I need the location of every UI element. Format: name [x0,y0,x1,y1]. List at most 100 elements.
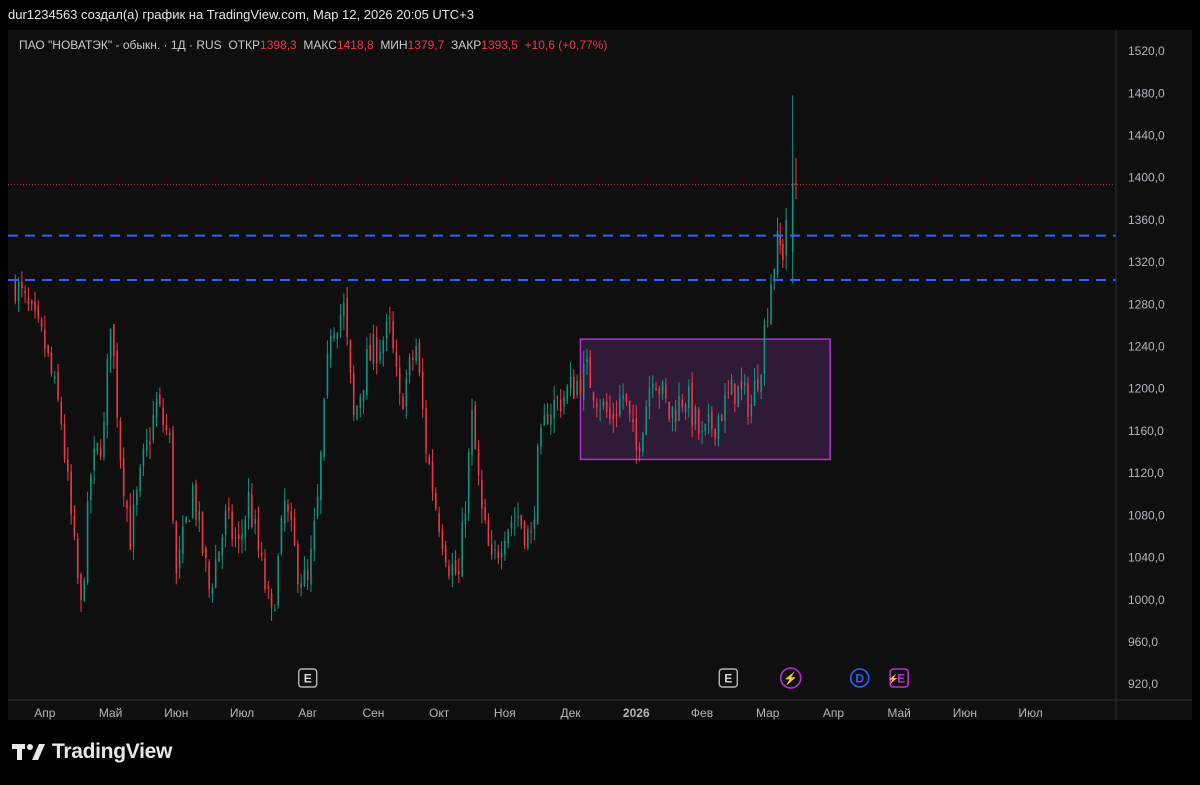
candle-body [658,388,661,395]
candle-body [556,397,559,399]
candle-body [195,483,197,520]
candle-body [747,383,749,417]
candle-body [481,480,483,509]
chart-header-title: dur1234563 создал(а) график на TradingVi… [0,0,1200,30]
legend-low-label: МИН [380,38,408,52]
time-tick-label: Июн [953,706,977,720]
candle-body [379,351,381,360]
legend-high-label: МАКС [303,38,337,52]
candle-body [546,414,549,424]
candle-body [333,334,335,339]
candle-body [697,409,700,434]
candle-body [791,182,794,252]
candle-body [737,385,739,407]
earnings-grey-event-icon[interactable]: E [298,668,318,688]
candle-body [550,414,552,425]
price-chart[interactable]: 1345,11303,11393,503:44:51 920,0 960,0 100… [8,30,1192,720]
dividend-blue-event-icon[interactable]: D [849,668,870,688]
candle-body [99,447,102,457]
candle-body [678,396,680,421]
legend-close-label: ЗАКР [450,38,482,52]
candle-body [155,399,158,419]
rectangle-drawing[interactable] [579,338,831,461]
candle-body [205,547,207,559]
footer: TradingView [0,720,1200,785]
candle-body [86,501,89,583]
price-tick-label: 1400,0 [1128,171,1165,185]
time-tick-label: Апр [823,706,845,720]
candle-body [448,565,450,577]
candle-body [674,410,677,422]
candle-body [182,526,184,555]
earnings-grey-event-icon[interactable]: E [718,668,738,688]
candle-body [622,394,624,399]
candle-body [280,517,283,554]
candle-body [382,340,385,354]
candle-body [356,406,358,420]
price-tick-label: 1200,0 [1128,382,1165,396]
legend-close-value: 1393,5 [481,38,518,52]
candle-body [619,398,621,416]
candle-body [329,336,332,360]
candle-body [191,485,194,518]
candle-body [441,530,444,549]
candle-body [517,516,519,518]
earnings-icon-letter: E [304,672,312,686]
candle-body [316,496,319,517]
candle-body [63,423,66,460]
candle-body [320,452,322,501]
candle-body [520,515,523,526]
candle-body [37,305,40,318]
candle-body [743,382,746,386]
candle-body [113,324,115,356]
time-tick-label: Сен [362,706,384,720]
candle-body [306,570,309,581]
candle-body [638,447,641,452]
candle-body [44,329,46,350]
candle-body [615,414,618,417]
price-tick-label: 1240,0 [1128,340,1165,354]
candle-body [30,301,33,304]
candle-body [47,345,49,354]
candle-body [734,383,736,404]
candle-body [776,231,779,275]
candle-body [451,564,454,576]
time-tick-label: Окт [429,706,450,720]
candle-body [412,357,414,360]
candle-body [632,418,634,423]
candle-body [681,399,684,408]
tradingview-logo[interactable]: TradingView [12,740,172,764]
earnings-purple-event-icon[interactable]: E⚡ [888,668,909,688]
candle-body [694,406,697,425]
candle-body [592,392,595,401]
candle-body [73,515,76,537]
candle-body [53,376,56,379]
candle-body [392,321,394,349]
candle-body [599,409,601,411]
candle-body [83,579,86,601]
candle-body [214,559,217,588]
candle-body [428,456,431,464]
time-tick-label: Фев [691,706,713,720]
candle-body [126,501,128,509]
candle-body [237,533,240,539]
split-purple-event-icon[interactable]: ⚡ [779,667,802,689]
candle-body [563,397,565,407]
candle-body [711,411,713,430]
candle-body [359,396,362,408]
candle-body [152,414,155,441]
candle-body [336,333,339,340]
candle-body [523,521,526,546]
chart-panel[interactable]: 1345,11303,11393,503:44:51 920,0 960,0 100… [8,30,1192,720]
candle-body [609,408,611,419]
candle-body [366,349,368,396]
candle-body [80,574,82,600]
tradingview-logo-text: TradingView [52,740,173,763]
price-tick-label: 920,0 [1128,677,1158,691]
candle-body [139,467,141,492]
candle-body [701,431,703,433]
candle-body [208,562,210,589]
candle-body [487,519,490,546]
legend-symbol[interactable]: ПАО "НОВАТЭК" - обыкн. · 1Д · RUS [19,38,222,52]
candle-body [346,297,348,337]
